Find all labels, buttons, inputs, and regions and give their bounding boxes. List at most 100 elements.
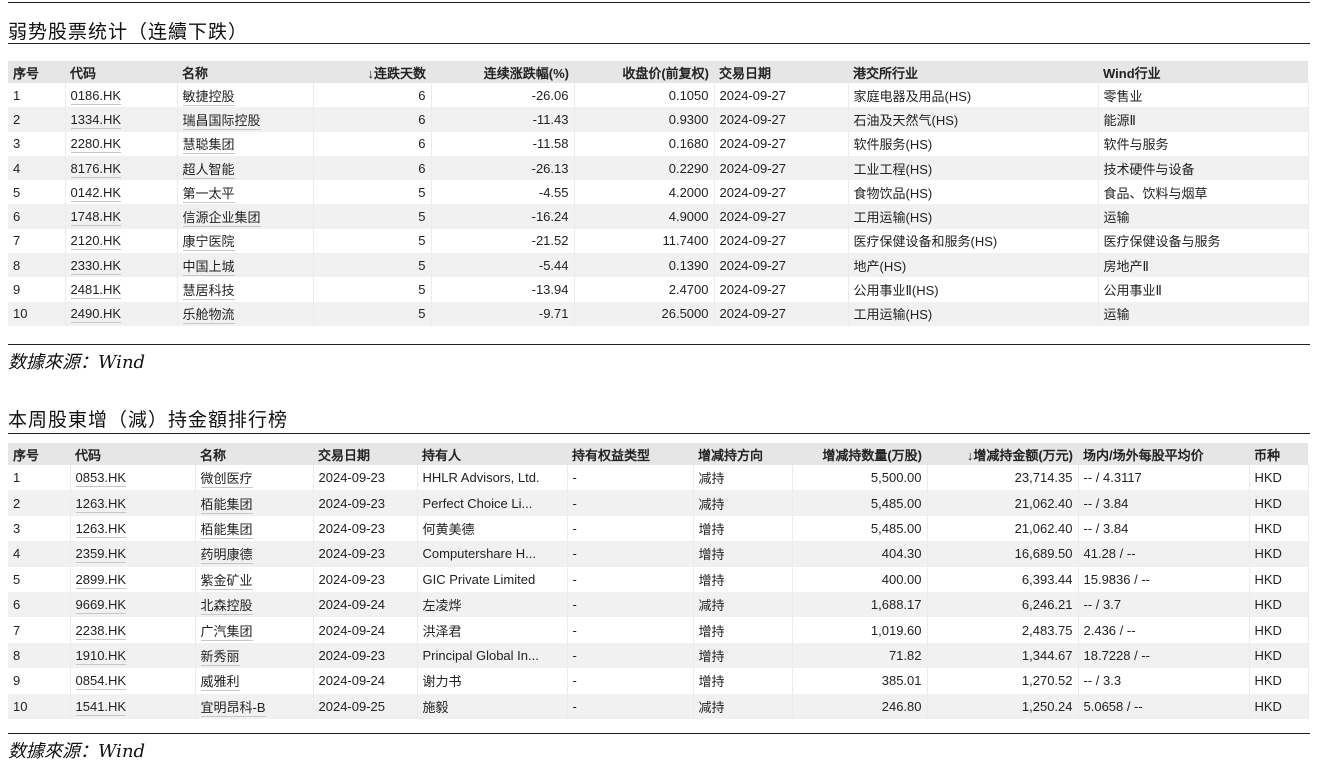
cell-code[interactable]: 0854.HK: [70, 668, 196, 694]
column-header-close-price[interactable]: 收盘价(前复权): [574, 61, 714, 83]
column-header-name[interactable]: 名称: [195, 443, 313, 465]
column-header-avg-price[interactable]: 场内/场外每股平均价: [1078, 443, 1249, 465]
cell-code[interactable]: 0853.HK: [70, 465, 196, 491]
code-link[interactable]: 2280.HK: [70, 136, 122, 154]
cell-code[interactable]: 2899.HK: [70, 566, 196, 592]
cell-name[interactable]: 超人智能: [177, 155, 314, 181]
cell-name[interactable]: 中国上城: [177, 253, 314, 278]
name-link[interactable]: 新秀丽: [200, 648, 240, 666]
cell-code[interactable]: 1748.HK: [65, 204, 178, 229]
code-link[interactable]: 0142.HK: [70, 184, 122, 202]
cell-name[interactable]: 慧聪集团: [177, 131, 314, 156]
column-header-change-pct[interactable]: 连续涨跌幅(%): [431, 61, 574, 83]
code-link[interactable]: 2899.HK: [75, 571, 127, 589]
cell-name[interactable]: 药明康德: [195, 541, 314, 567]
column-header-trade-date[interactable]: 交易日期: [714, 61, 848, 83]
name-link[interactable]: 微创医疗: [200, 471, 253, 489]
column-header-name[interactable]: 名称: [177, 61, 313, 83]
cell-name[interactable]: 威雅利: [195, 668, 314, 694]
column-header-index[interactable]: 序号: [8, 61, 65, 83]
name-link[interactable]: 乐舱物流: [182, 307, 235, 325]
cell-name[interactable]: 乐舱物流: [177, 301, 314, 326]
cell-code[interactable]: 1263.HK: [70, 490, 196, 516]
name-link[interactable]: 中国上城: [182, 258, 235, 276]
name-link[interactable]: 栢能集团: [200, 521, 253, 539]
cell-code[interactable]: 9669.HK: [70, 591, 196, 618]
cell-name[interactable]: 北森控股: [195, 591, 314, 618]
cell-name[interactable]: 紫金矿业: [195, 566, 314, 592]
name-link[interactable]: 慧居科技: [182, 283, 235, 301]
name-link[interactable]: 慧聪集团: [182, 137, 235, 155]
column-header-equity-type[interactable]: 持有权益类型: [567, 443, 693, 465]
code-link[interactable]: 2330.HK: [70, 257, 122, 275]
code-link[interactable]: 1263.HK: [75, 520, 127, 538]
name-link[interactable]: 宜明昂科-B: [200, 699, 266, 717]
name-link[interactable]: 瑞昌国际控股: [182, 112, 261, 130]
name-link[interactable]: 敏捷控股: [182, 88, 235, 106]
column-header-direction[interactable]: 增减持方向: [693, 443, 792, 465]
cell-name[interactable]: 栢能集团: [195, 515, 314, 542]
cell-code[interactable]: 2280.HK: [65, 131, 178, 156]
cell-code[interactable]: 2120.HK: [65, 228, 178, 254]
cell-code[interactable]: 0142.HK: [65, 180, 178, 205]
name-link[interactable]: 康宁医院: [182, 234, 235, 252]
name-link[interactable]: 超人智能: [182, 161, 235, 179]
code-link[interactable]: 8176.HK: [70, 160, 122, 178]
column-header-currency[interactable]: 币种: [1249, 443, 1308, 465]
cell-code[interactable]: 1541.HK: [70, 693, 196, 719]
code-link[interactable]: 2359.HK: [75, 546, 127, 564]
column-header-hkex-industry[interactable]: 港交所行业: [848, 61, 1098, 83]
cell-code[interactable]: 0186.HK: [65, 83, 178, 108]
code-link[interactable]: 2490.HK: [70, 306, 122, 324]
cell-code[interactable]: 2359.HK: [70, 541, 196, 567]
code-link[interactable]: 1910.HK: [75, 647, 127, 665]
name-link[interactable]: 药明康德: [200, 547, 253, 565]
code-link[interactable]: 1334.HK: [70, 111, 122, 129]
name-link[interactable]: 第一太平: [182, 185, 235, 203]
column-header-index[interactable]: 序号: [8, 443, 70, 465]
cell-code[interactable]: 2238.HK: [70, 617, 196, 643]
cell-name[interactable]: 宜明昂科-B: [195, 693, 314, 719]
name-link[interactable]: 栢能集团: [200, 496, 253, 514]
column-header-holder[interactable]: 持有人: [417, 443, 567, 465]
cell-name[interactable]: 敏捷控股: [177, 83, 314, 108]
cell-code[interactable]: 8176.HK: [65, 155, 178, 181]
cell-code[interactable]: 2330.HK: [65, 253, 178, 278]
column-header-code[interactable]: 代码: [65, 61, 177, 83]
code-link[interactable]: 2238.HK: [75, 622, 127, 640]
cell-name[interactable]: 第一太平: [177, 180, 314, 205]
cell-code[interactable]: 1334.HK: [65, 107, 178, 132]
cell-name[interactable]: 栢能集团: [195, 490, 314, 516]
column-header-trade-date[interactable]: 交易日期: [313, 443, 417, 465]
column-header-change-amount[interactable]: ↓增减持金额(万元): [927, 443, 1078, 465]
code-link[interactable]: 2481.HK: [70, 282, 122, 300]
cell-name[interactable]: 慧居科技: [177, 277, 314, 302]
column-header-code[interactable]: 代码: [70, 443, 195, 465]
cell-code[interactable]: 2481.HK: [65, 277, 178, 302]
column-header-down-days[interactable]: ↓连跌天数: [313, 61, 431, 83]
code-link[interactable]: 0854.HK: [75, 673, 127, 691]
cell-name[interactable]: 信源企业集团: [177, 204, 314, 229]
name-link[interactable]: 紫金矿业: [200, 572, 253, 590]
cell-code[interactable]: 1910.HK: [70, 642, 196, 669]
code-link[interactable]: 1541.HK: [75, 698, 127, 716]
cell-name[interactable]: 微创医疗: [195, 465, 314, 491]
name-link[interactable]: 信源企业集团: [182, 210, 261, 228]
cell-code[interactable]: 1263.HK: [70, 515, 196, 542]
cell-name[interactable]: 康宁医院: [177, 228, 314, 254]
cell-name[interactable]: 瑞昌国际控股: [177, 107, 314, 132]
name-link[interactable]: 北森控股: [200, 598, 253, 616]
cell-name[interactable]: 新秀丽: [195, 642, 314, 669]
column-header-wind-industry[interactable]: Wind行业: [1098, 61, 1308, 83]
cell-code[interactable]: 2490.HK: [65, 301, 178, 326]
code-link[interactable]: 1263.HK: [75, 495, 127, 513]
code-link[interactable]: 0853.HK: [75, 470, 127, 488]
name-link[interactable]: 广汽集团: [200, 623, 253, 641]
column-header-change-qty[interactable]: 增减持数量(万股): [792, 443, 927, 465]
code-link[interactable]: 2120.HK: [70, 233, 122, 251]
name-link[interactable]: 威雅利: [200, 674, 240, 692]
code-link[interactable]: 9669.HK: [75, 597, 127, 615]
code-link[interactable]: 0186.HK: [70, 87, 122, 105]
code-link[interactable]: 1748.HK: [70, 209, 122, 227]
cell-name[interactable]: 广汽集团: [195, 617, 314, 643]
